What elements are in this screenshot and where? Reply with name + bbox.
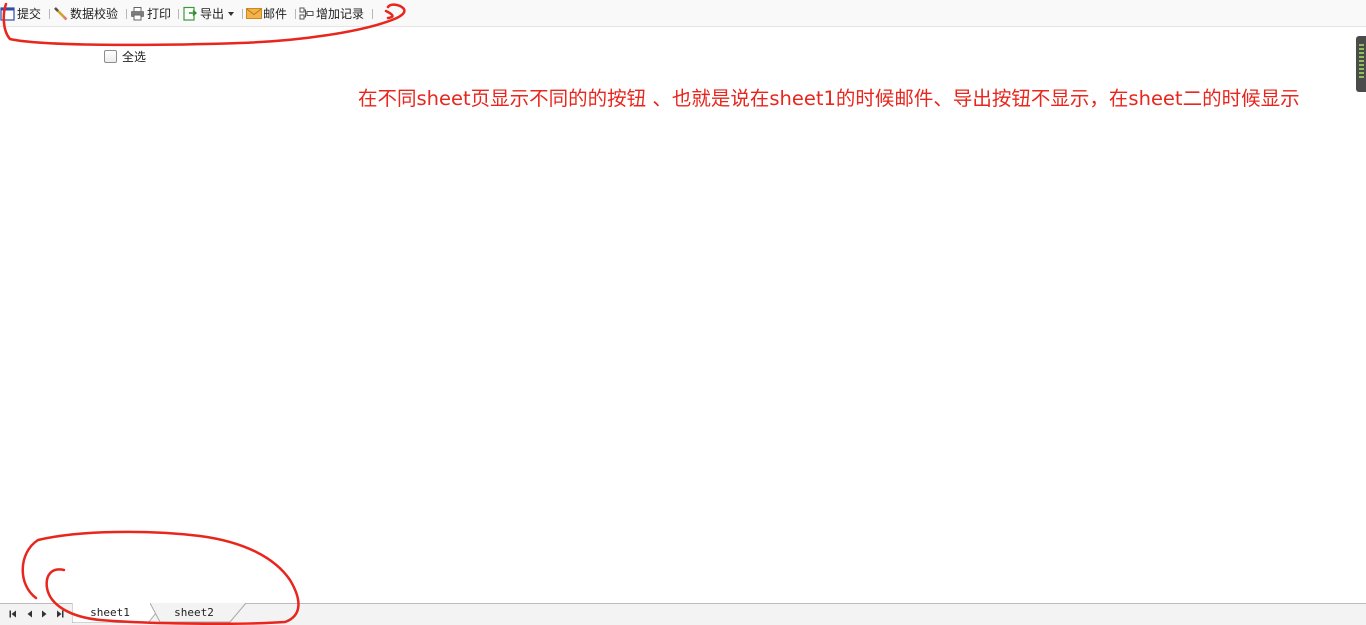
- printer-icon: [130, 6, 145, 21]
- last-sheet-icon[interactable]: [54, 608, 66, 620]
- mail-label: 邮件: [263, 7, 288, 21]
- report-page: 提交 数据校验 打印 导出 邮件 增加记录 全选 在不同sheet页显示不同的的…: [0, 0, 1366, 625]
- select-all-label: 全选: [122, 50, 147, 64]
- next-sheet-icon[interactable]: [38, 608, 50, 620]
- toolbar-divider: [49, 9, 50, 19]
- first-sheet-icon[interactable]: [7, 608, 19, 620]
- select-all-checkbox[interactable]: 全选: [104, 48, 146, 65]
- validate-data-button[interactable]: 数据校验: [53, 5, 118, 22]
- annotation-note: 在不同sheet页显示不同的的按钮 、也就是说在sheet1的时候邮件、导出按钮…: [358, 87, 1300, 110]
- print-label: 打印: [147, 7, 172, 21]
- export-icon: [183, 6, 198, 21]
- checkbox-box[interactable]: [104, 50, 117, 63]
- mail-button[interactable]: 邮件: [246, 5, 287, 22]
- sheet-tab-sheet2[interactable]: sheet2: [150, 603, 248, 623]
- side-scroll-indicator[interactable]: [1356, 36, 1366, 92]
- export-label: 导出: [200, 7, 225, 21]
- sheet-tab-label: sheet1: [90, 606, 130, 619]
- toolbar-divider: [372, 9, 373, 19]
- export-button[interactable]: 导出: [183, 5, 235, 22]
- add-record-button[interactable]: 增加记录: [299, 5, 364, 22]
- toolbar-divider: [295, 9, 296, 19]
- prev-sheet-icon[interactable]: [24, 608, 36, 620]
- add-record-icon: [299, 6, 314, 21]
- sheet-tab-label: sheet2: [174, 606, 214, 619]
- chevron-down-icon[interactable]: [228, 12, 235, 16]
- validate-data-label: 数据校验: [70, 7, 119, 21]
- sheet-tab-bar: sheet1 sheet2: [0, 603, 1366, 625]
- envelope-icon: [246, 6, 262, 21]
- toolbar-divider: [242, 9, 243, 19]
- ruler-pencil-icon: [53, 6, 68, 21]
- print-button[interactable]: 打印: [130, 5, 171, 22]
- toolbar-divider: [126, 9, 127, 19]
- add-record-label: 增加记录: [316, 7, 365, 21]
- toolbar: 提交 数据校验 打印 导出 邮件 增加记录: [0, 0, 1366, 27]
- toolbar-divider: [178, 9, 179, 19]
- submit-button[interactable]: 提交: [0, 5, 41, 22]
- submit-label: 提交: [17, 7, 42, 21]
- submit-icon: [0, 6, 15, 21]
